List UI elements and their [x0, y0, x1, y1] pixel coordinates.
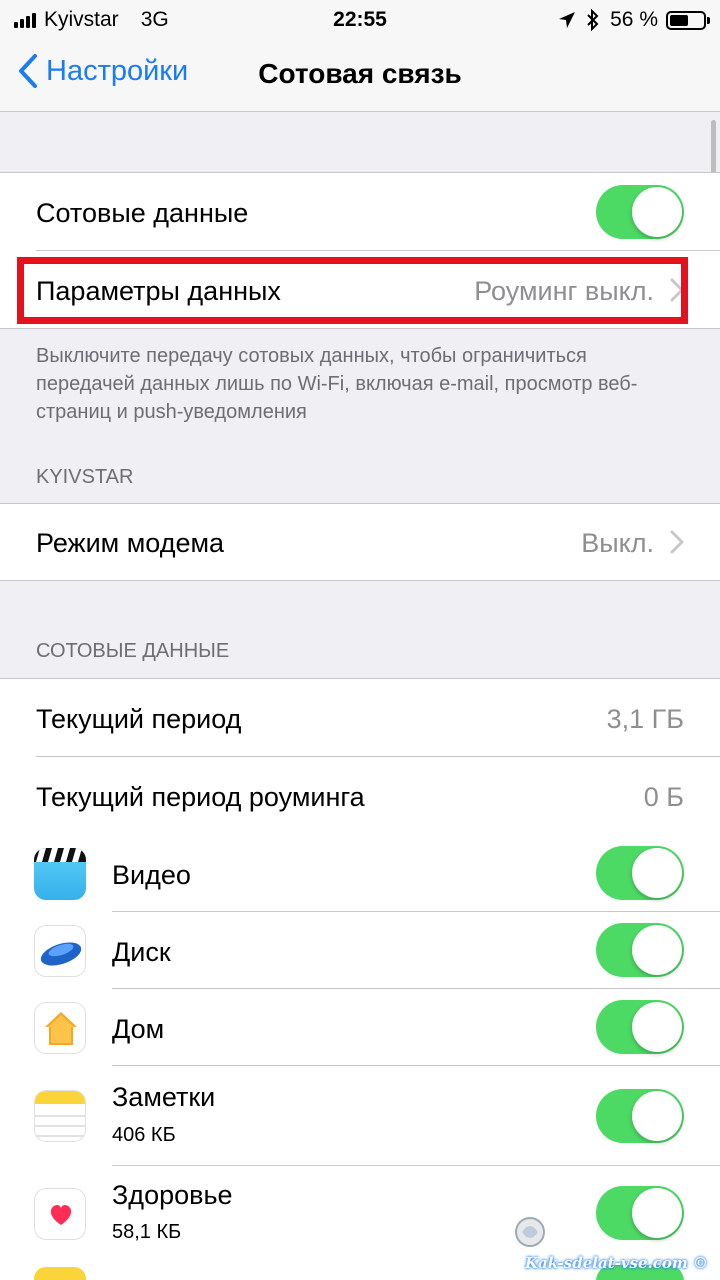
app-row-notes: Заметки 406 КБ: [0, 1066, 720, 1166]
app-name: Дом: [112, 1014, 165, 1044]
roaming-period-row: Текущий период роуминга 0 Б: [0, 757, 720, 835]
current-period-row: Текущий период 3,1 ГБ: [0, 679, 720, 757]
cellular-data-toggle[interactable]: [596, 185, 684, 239]
roaming-period-value: 0 Б: [643, 782, 684, 812]
page-title: Сотовая связь: [258, 58, 462, 89]
videos-app-icon: [34, 848, 86, 900]
app-name: Диск: [112, 937, 171, 967]
health-app-icon: [34, 1188, 86, 1240]
usage-group: Текущий период 3,1 ГБ Текущий период роу…: [0, 678, 720, 1280]
chevron-right-icon: [670, 530, 684, 554]
app-usage: 406 КБ: [112, 1124, 176, 1146]
navigation-bar: Настройки Сотовая связь: [0, 38, 720, 112]
yandex-disk-app-icon: [34, 925, 86, 977]
usage-section-header: СОТОВЫЕ ДАННЫЕ: [36, 640, 230, 662]
hotspot-label: Режим модема: [36, 528, 225, 558]
hotspot-row[interactable]: Режим модема Выкл.: [0, 504, 720, 581]
app-name: Здоровье: [112, 1180, 233, 1210]
app-name: Видео: [112, 860, 191, 890]
app-name: Заметки: [112, 1082, 216, 1112]
roaming-period-label: Текущий период роуминга: [36, 782, 365, 812]
status-bar: Kyivstar 3G 22:55 56 %: [0, 0, 720, 38]
cellular-data-row: Сотовые данные: [0, 173, 720, 251]
app-row-disk: Диск: [0, 912, 720, 989]
watermark-logo-icon: [515, 1217, 545, 1247]
battery-percent: 56 %: [610, 8, 658, 31]
watermark-text: Kak-sdelat-vse.com ©: [525, 1254, 708, 1272]
cellular-footer-text: Выключите передачу сотовых данных, чтобы…: [36, 345, 638, 423]
current-period-value: 3,1 ГБ: [606, 704, 684, 734]
app-toggle-disk[interactable]: [596, 923, 684, 977]
watermark: Kak-sdelat-vse.com ©: [508, 1210, 708, 1272]
current-period-label: Текущий период: [36, 704, 242, 734]
cellular-data-label: Сотовые данные: [36, 198, 249, 228]
notes-app-icon: [34, 1090, 86, 1142]
location-arrow-icon: [559, 12, 576, 28]
app-toggle-videos[interactable]: [596, 846, 684, 900]
app-row-videos: Видео: [0, 835, 720, 912]
app-toggle-notes[interactable]: [596, 1089, 684, 1143]
home-app-icon: [34, 1002, 86, 1054]
highlight-frame: [17, 257, 688, 324]
app-usage: 58,1 КБ: [112, 1221, 182, 1243]
bluetooth-icon: [587, 9, 599, 31]
app-toggle-home[interactable]: [596, 1000, 684, 1054]
app-row-home: Дом: [0, 989, 720, 1066]
battery-icon: [666, 10, 710, 30]
hotspot-value: Выкл.: [581, 528, 654, 558]
carrier-section-header: KYIVSTAR: [36, 466, 134, 488]
next-app-icon: [34, 1267, 86, 1280]
carrier-group: Режим модема Выкл.: [0, 503, 720, 581]
